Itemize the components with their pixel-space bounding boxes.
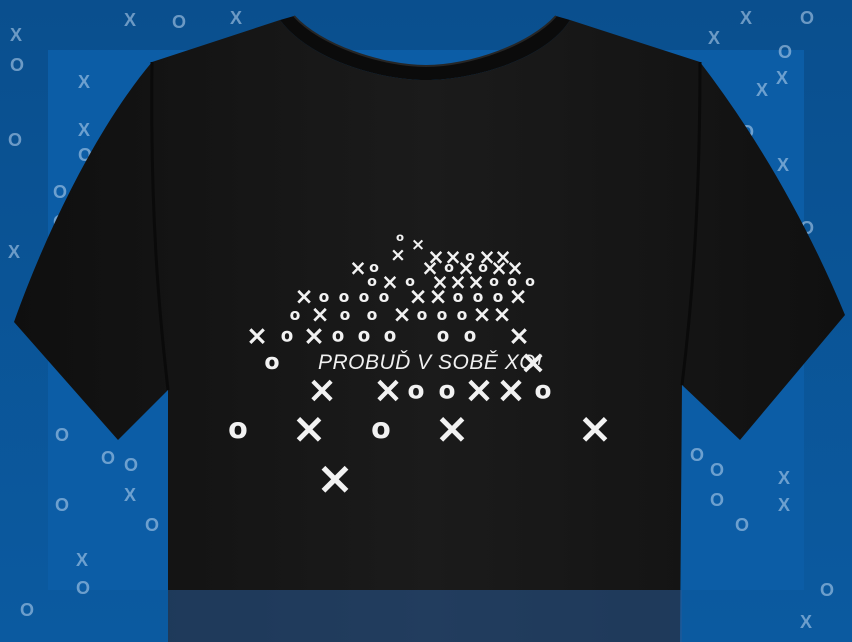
print-x-mark: × bbox=[411, 235, 425, 255]
print-x-mark: × bbox=[390, 244, 406, 266]
bottom-overlay bbox=[168, 590, 682, 642]
print-o-mark: o bbox=[408, 376, 425, 405]
print-x-mark: × bbox=[246, 321, 268, 352]
print-o-mark: o bbox=[339, 288, 350, 306]
print-x-mark: × bbox=[316, 452, 354, 505]
print-x-mark: × bbox=[496, 369, 526, 411]
print-x-mark: × bbox=[577, 404, 612, 453]
print-o-mark: o bbox=[379, 288, 390, 306]
print-o-mark: o bbox=[332, 326, 345, 347]
print-x-mark: × bbox=[303, 321, 325, 352]
print-o-mark: o bbox=[228, 411, 248, 445]
print-o-mark: o bbox=[264, 349, 279, 375]
print-o-mark: o bbox=[384, 326, 397, 347]
print-o-mark: o bbox=[437, 326, 450, 347]
print-o-mark: o bbox=[439, 376, 456, 405]
tshirt-slogan: PROBUĎ V SOBĚ XO! bbox=[318, 351, 543, 374]
print-o-mark: o bbox=[281, 326, 294, 347]
print-o-mark: o bbox=[359, 288, 370, 306]
print-o-mark: o bbox=[453, 288, 464, 306]
print-o-mark: o bbox=[417, 306, 428, 324]
print-o-mark: o bbox=[367, 306, 378, 324]
print-o-mark: o bbox=[464, 326, 477, 347]
print-x-mark: × bbox=[434, 404, 469, 453]
print-x-mark: × bbox=[291, 404, 326, 453]
print-o-mark: o bbox=[371, 411, 391, 445]
print-o-mark: o bbox=[358, 326, 371, 347]
print-x-mark: × bbox=[349, 256, 367, 280]
print-o-mark: o bbox=[396, 230, 404, 244]
print-o-mark: o bbox=[290, 306, 301, 324]
tshirt-body bbox=[14, 20, 845, 642]
tshirt: o× × × × o ××× o × o × o ××o × o × × × o o o× o o o o × × o o o ×o × o o… bbox=[14, 15, 845, 642]
product-photo: XOXXOXOXOOOOXOXOXOXXOXOXOOOOXOXOOOOOXXXO… bbox=[0, 0, 852, 642]
print-x-mark: × bbox=[373, 369, 403, 411]
print-o-mark: o bbox=[340, 306, 351, 324]
print-o-mark: o bbox=[535, 376, 552, 405]
print-o-mark: o bbox=[437, 306, 448, 324]
print-o-mark: o bbox=[457, 306, 468, 324]
print-x-mark: × bbox=[392, 302, 411, 328]
print-x-mark: × bbox=[472, 302, 491, 328]
